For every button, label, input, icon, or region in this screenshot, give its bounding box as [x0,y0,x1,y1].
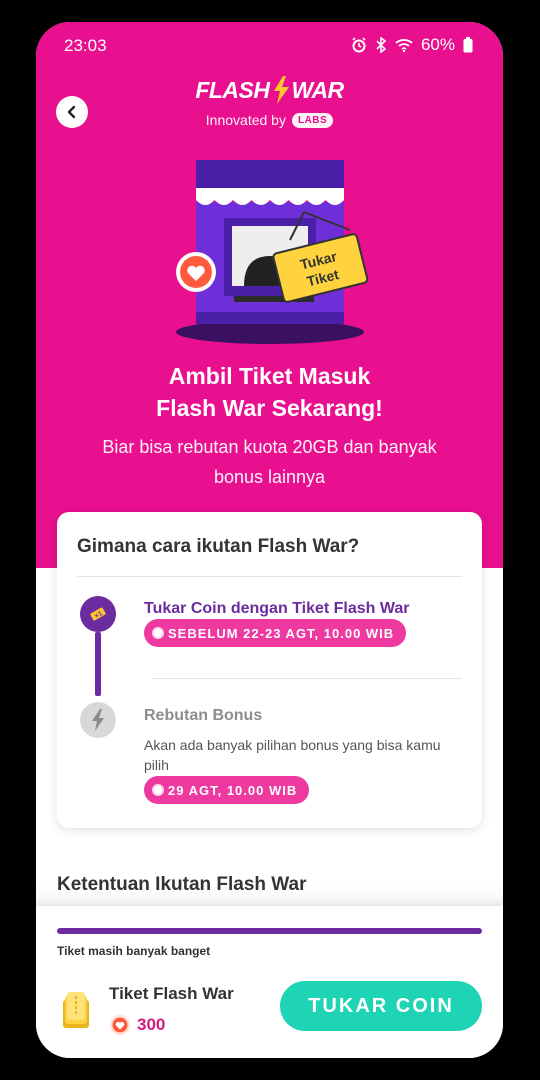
innovated-by: Innovated by LABS [205,112,334,128]
step1-date-text: SEBELUM 22-23 AGT, 10.00 WIB [168,625,395,641]
wifi-icon [395,39,413,52]
battery-icon [463,37,473,53]
lightning-bolt-icon [92,709,104,731]
step2-title: Rebutan Bonus [144,707,263,724]
labs-logo: LABS [291,112,334,128]
divider [77,576,462,577]
ticket-stock-progress-fill [57,928,482,934]
battery-percent: 60% [420,35,455,54]
brand-header: FLASH WAR Innovated by LABS [36,76,503,130]
step2-date-text: 29 AGT, 10.00 WIB [168,782,298,798]
bottom-purchase-bar: Tiket masih banyak banget Tiket Flash Wa… [36,906,503,1058]
ticket-stock-progress [57,928,482,934]
heart-coin-icon [110,1015,130,1035]
bonus-step-icon [80,702,116,738]
step1-title: Tukar Coin dengan Tiket Flash War [144,600,410,617]
ticket-price: 300 [109,1014,165,1036]
headline: Ambil Tiket Masuk Flash War Sekarang! Bi… [36,360,503,492]
ticket-icon: ×1 [90,607,106,621]
logo-text-war: WAR [291,76,345,103]
phone-screen: 23:03 60% FLASH WAR Innovated by LABS Tu… [36,22,503,1058]
step2-description: Akan ada banyak pilihan bonus yang bisa … [144,737,441,773]
ticket-stock-label: Tiket masih banyak banget [57,944,211,958]
headline-subtitle: Biar bisa rebutan kuota 20GB dan banyak … [102,437,437,487]
innovated-by-label: Innovated by [205,112,286,128]
timeline-connector [95,632,101,696]
status-icons: 60% [351,35,473,55]
flash-war-logo: FLASH WAR [195,76,345,104]
shop-illustration: Tukar Tiket [176,160,369,344]
ticket-name: Tiket Flash War [109,984,234,1003]
step1-date-badge: SEBELUM 22-23 AGT, 10.00 WIB [144,619,407,647]
divider [152,678,462,679]
how-to-join-card: Gimana cara ikutan Flash War? ×1 Tukar C… [57,512,482,828]
lightning-bolt-icon [273,76,289,104]
bluetooth-icon [376,37,387,53]
alarm-icon [352,37,366,53]
hero-section: 23:03 60% FLASH WAR Innovated by LABS Tu… [36,22,503,568]
headline-title: Ambil Tiket Masuk Flash War Sekarang! [156,363,383,421]
status-time: 23:03 [64,36,107,55]
logo-text-flash: FLASH [195,76,270,103]
ticket-stack-icon [63,992,89,1028]
step2-date-badge: 29 AGT, 10.00 WIB [144,776,310,804]
status-bar: 23:03 60% [36,22,503,66]
clock-icon [152,627,164,639]
how-card-title: Gimana cara ikutan Flash War? [77,536,360,557]
clock-icon [152,784,164,796]
ticket-price-value: 300 [137,1015,166,1034]
ticket-step-icon: ×1 [80,596,116,632]
tukar-coin-button[interactable]: TUKAR COIN [280,981,482,1031]
